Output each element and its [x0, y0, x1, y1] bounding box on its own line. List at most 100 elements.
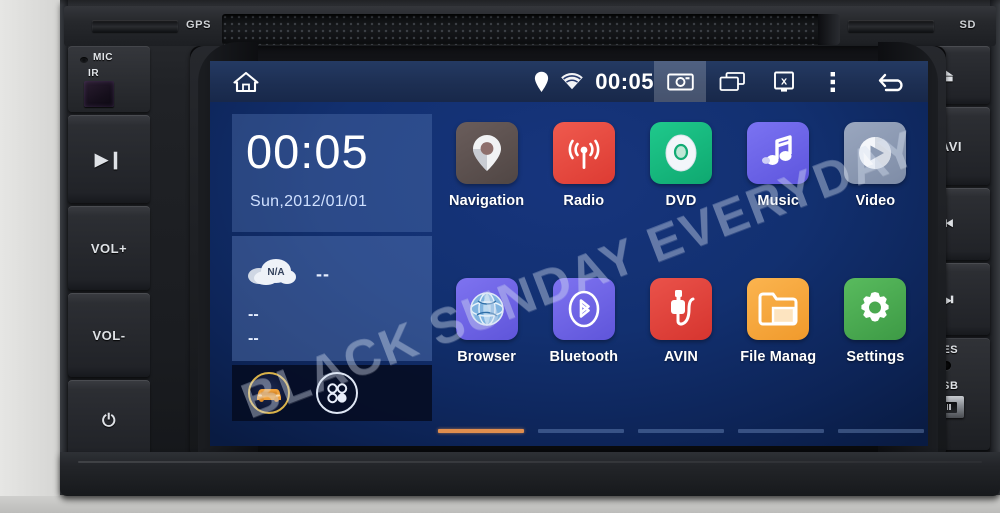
app-avin[interactable]: AVIN — [632, 268, 729, 424]
back-arrow-icon — [878, 73, 903, 91]
app-video[interactable]: Video — [827, 112, 924, 268]
clock-widget-time: 00:05 — [246, 125, 369, 178]
disc-icon — [665, 134, 697, 172]
close-window-button[interactable]: x — [758, 61, 810, 102]
head-unit-chassis: GPS SD MIC IR ▶❙ VOL+ VOL- ⏻ ⏏ ⏮ ⏭ USB 0… — [60, 0, 1000, 495]
app-tile-dvd — [649, 122, 712, 184]
gear-icon — [861, 292, 889, 322]
home-screen[interactable]: BLACK SUNDAY EVERYDAY 00:05 Sun,2012/01/… — [210, 102, 928, 446]
screen-bezel: 00:05 x BLACK SUNDAY EVERYDAY 00:05 Sun,… — [190, 42, 946, 462]
app-tile-file-manager — [747, 278, 810, 340]
app-radio[interactable]: Radio — [535, 112, 632, 268]
globe-icon — [469, 292, 504, 326]
app-settings[interactable]: Settings — [827, 268, 924, 424]
play-pause-icon: ▶❙ — [94, 149, 124, 169]
app-navigation[interactable]: Navigation — [438, 112, 535, 268]
location-pin-icon — [535, 71, 549, 92]
disc-slot[interactable] — [222, 14, 840, 45]
clock-widget[interactable]: 00:05 Sun,2012/01/01 — [232, 114, 432, 232]
background-bottom — [0, 496, 1000, 513]
weather-widget[interactable]: N/A -- -- -- — [232, 236, 432, 361]
page-dot-3[interactable] — [638, 429, 724, 433]
weather-condition-text: N/A — [267, 267, 284, 278]
app-label-browser: Browser — [457, 349, 516, 365]
overflow-menu-icon — [830, 71, 835, 92]
volume-up-button[interactable]: VOL+ — [68, 206, 150, 290]
app-music[interactable]: Music — [730, 112, 827, 268]
close-window-icon: x — [774, 71, 794, 92]
back-button[interactable] — [856, 69, 928, 95]
app-drawer-icon — [327, 383, 348, 404]
sd-slot-label: SD — [959, 19, 976, 31]
dock-bar — [232, 365, 432, 421]
app-label-navigation: Navigation — [449, 193, 525, 209]
app-tile-avin — [649, 278, 712, 340]
home-button[interactable] — [210, 61, 282, 102]
left-hardware-panel: MIC IR ▶❙ VOL+ VOL- ⏻ — [68, 46, 150, 463]
home-icon — [233, 71, 259, 92]
gps-slot-label: GPS — [186, 19, 212, 31]
status-bar-clock: 00:05 — [595, 68, 654, 94]
touchscreen[interactable]: 00:05 x BLACK SUNDAY EVERYDAY 00:05 Sun,… — [210, 61, 928, 446]
svg-text:x: x — [781, 75, 788, 87]
ir-label: IR — [88, 68, 100, 79]
top-bezel: GPS SD — [64, 6, 996, 46]
recent-apps-icon — [719, 72, 745, 91]
sd-card-slot[interactable] — [848, 20, 934, 32]
app-dvd[interactable]: DVD — [632, 112, 729, 268]
weather-temperature: -- — [316, 264, 330, 284]
app-label-bluetooth: Bluetooth — [549, 349, 619, 365]
mic-ir-plate: MIC IR — [68, 46, 150, 112]
app-browser[interactable]: Browser — [438, 268, 535, 424]
app-label-avin: AVIN — [664, 349, 698, 365]
av-plug-icon — [670, 290, 695, 326]
app-label-settings: Settings — [846, 349, 905, 365]
microphone-icon — [80, 57, 88, 63]
radio-waves-icon — [568, 139, 600, 169]
page-dot-4[interactable] — [738, 429, 824, 433]
clock-widget-date: Sun,2012/01/01 — [250, 193, 368, 210]
page-dot-5[interactable] — [838, 429, 924, 433]
camera-screenshot-icon — [666, 73, 694, 90]
page-dot-2[interactable] — [538, 429, 624, 433]
chassis-right-edge — [990, 0, 1000, 495]
widget-column: 00:05 Sun,2012/01/01 N/A -- -- -- — [232, 114, 432, 421]
overflow-menu-button[interactable] — [810, 61, 856, 102]
status-bar: 00:05 x — [210, 61, 928, 102]
app-tile-video — [844, 122, 907, 184]
mic-label: MIC — [93, 52, 114, 63]
app-tile-music — [747, 122, 810, 184]
car-info-button[interactable] — [248, 372, 290, 414]
play-pause-button[interactable]: ▶❙ — [68, 115, 150, 203]
power-icon: ⏻ — [102, 410, 116, 430]
chassis-left-edge — [60, 0, 68, 495]
bluetooth-icon — [568, 290, 600, 328]
status-bar-center: 00:05 — [534, 69, 654, 95]
volume-down-button[interactable]: VOL- — [68, 293, 150, 377]
weather-low: -- — [248, 330, 259, 347]
screenshot-button[interactable] — [654, 61, 706, 102]
app-grid: Navigation Radio DVD Music Video Browser… — [438, 112, 924, 424]
volume-down-label: VOL- — [92, 327, 126, 343]
app-bluetooth[interactable]: Bluetooth — [535, 268, 632, 424]
app-label-music: Music — [757, 193, 799, 209]
recent-apps-button[interactable] — [706, 61, 758, 102]
app-label-dvd: DVD — [665, 193, 697, 209]
background-left — [0, 0, 60, 513]
app-drawer-button[interactable] — [316, 372, 358, 414]
ir-receiver-window — [84, 81, 114, 107]
weather-condition-row: N/A — [246, 254, 296, 285]
page-indicator[interactable] — [438, 429, 924, 434]
app-tile-bluetooth — [552, 278, 615, 340]
app-tile-radio — [552, 122, 615, 184]
page-dot-1[interactable] — [438, 429, 524, 433]
play-circle-icon — [859, 137, 892, 169]
app-label-video: Video — [855, 193, 896, 209]
gps-card-slot[interactable] — [92, 20, 178, 32]
app-file-manager[interactable]: File Manag — [730, 268, 827, 424]
bottom-bezel — [60, 452, 1000, 496]
app-tile-browser — [455, 278, 518, 340]
usb-pin — [949, 404, 951, 410]
power-button[interactable]: ⏻ — [68, 380, 150, 460]
music-note-icon — [762, 135, 792, 165]
